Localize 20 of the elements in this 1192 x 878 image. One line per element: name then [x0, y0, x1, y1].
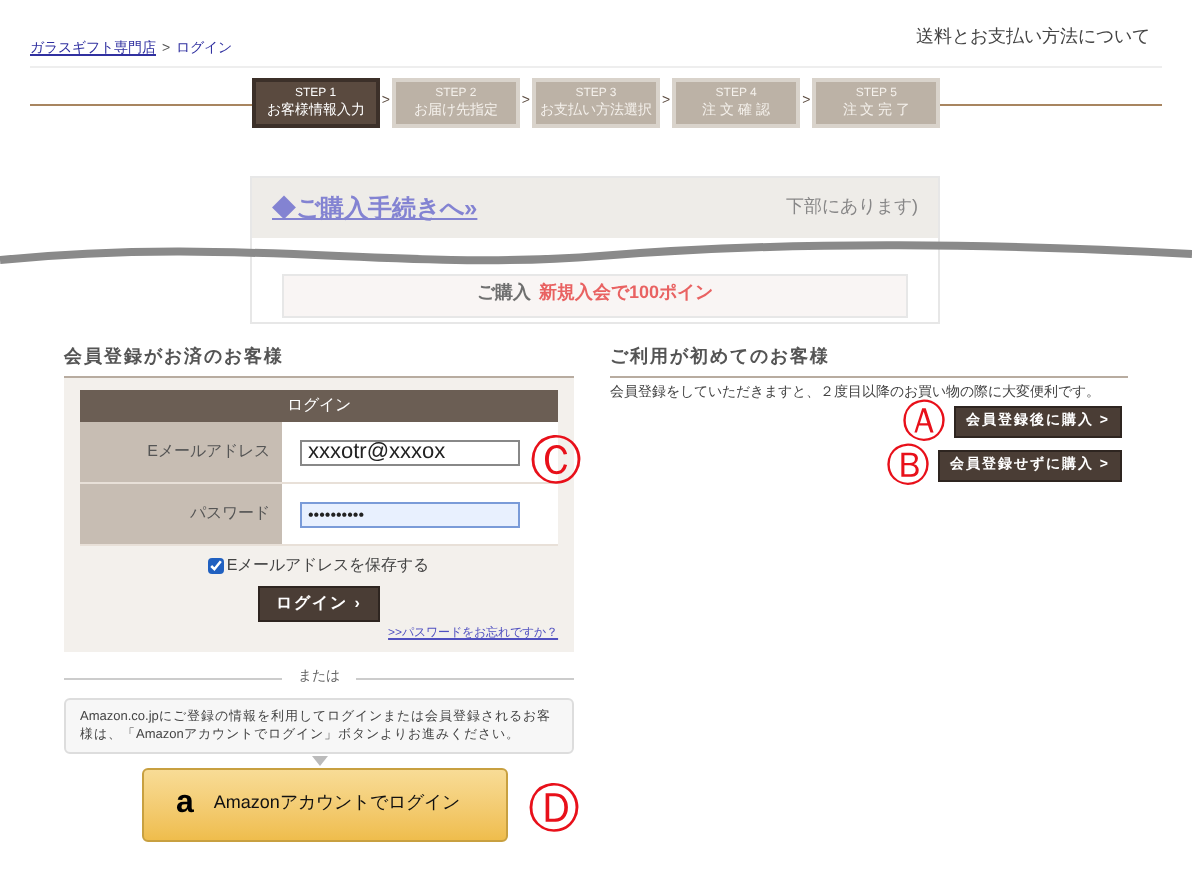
- remember-label: Eメールアドレスを保存する: [226, 554, 430, 578]
- annotation-marker: Ⓐ: [901, 396, 946, 446]
- location-note: 下部にあります): [786, 193, 918, 220]
- shipping-info-link[interactable]: 送料とお支払い方法について: [916, 24, 1150, 51]
- input-field[interactable]: ••••••••••: [300, 501, 520, 527]
- field-label: パスワード: [80, 484, 282, 544]
- annotation-marker: Ⓓ: [528, 781, 580, 833]
- annotation-marker: Ⓒ: [530, 433, 583, 485]
- promo-text: 新規入会で100ポイン: [538, 279, 714, 305]
- login-button[interactable]: ログイン ›: [258, 586, 380, 622]
- login-panel-title: ログイン: [80, 390, 559, 422]
- field-label: Eメールアドレス: [80, 422, 282, 482]
- amazon-login-button[interactable]: a Amazonアカウントでログイン: [142, 767, 508, 841]
- annotation-marker: Ⓑ: [885, 440, 930, 492]
- purchase-title: ご購入: [476, 279, 531, 305]
- remember-checkbox[interactable]: [208, 558, 225, 574]
- input-field[interactable]: xxxotr@xxxox: [300, 439, 520, 465]
- bubble-pointer-icon: [312, 755, 328, 765]
- amazon-logo: a: [176, 788, 194, 820]
- section-heading: ご利用が初めてのお客様: [610, 343, 1128, 378]
